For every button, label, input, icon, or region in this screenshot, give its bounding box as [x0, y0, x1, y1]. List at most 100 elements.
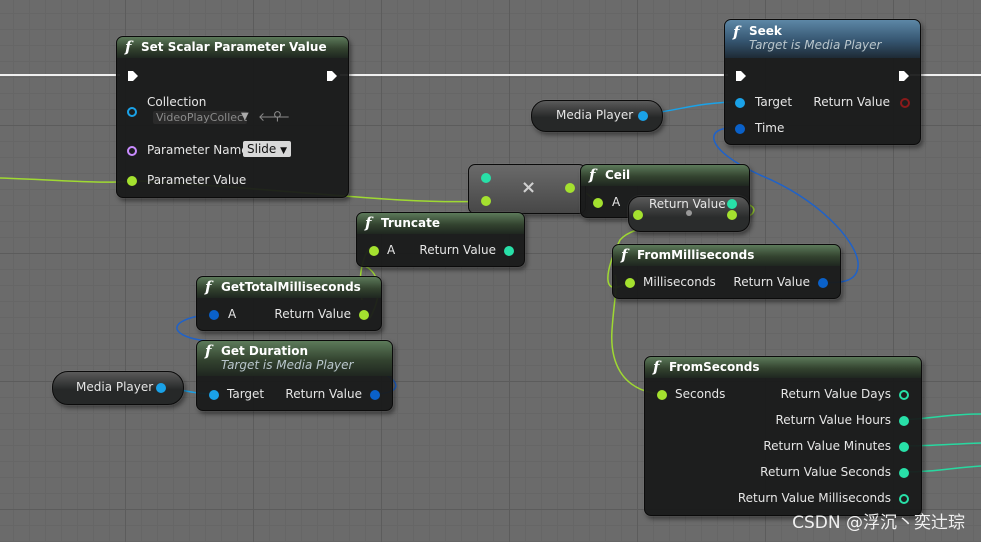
media-player-out-pin[interactable]	[638, 111, 648, 121]
ceil-title: Ceil	[605, 168, 631, 182]
function-icon: f	[653, 358, 660, 376]
from-seconds-input-pin[interactable]	[657, 390, 667, 400]
from-ms-title: FromMilliseconds	[637, 248, 755, 262]
function-icon: f	[205, 278, 212, 296]
reroute-in-pin[interactable]	[633, 210, 643, 220]
multiply-out-pin[interactable]	[565, 183, 575, 193]
ceil-return-label: Return Value	[649, 197, 726, 211]
from-seconds-input-label: Seconds	[675, 387, 726, 401]
function-icon: f	[365, 214, 372, 232]
seek-title: Seek	[749, 24, 782, 38]
function-icon: f	[589, 166, 596, 184]
output-days-label: Return Value Days	[780, 387, 891, 401]
truncate-a-pin[interactable]	[369, 246, 379, 256]
media-player-label: Media Player	[556, 108, 634, 122]
truncate-header: f Truncate	[357, 213, 524, 234]
get-total-ms-title: GetTotalMilliseconds	[221, 280, 361, 294]
parameter-value-label: Parameter Value	[147, 173, 247, 187]
multiply-node[interactable]: ×	[468, 164, 586, 214]
multiply-symbol: ×	[521, 177, 537, 198]
chevron-down-icon[interactable]: ▼	[241, 111, 249, 122]
set-scalar-header: f Set Scalar Parameter Value	[117, 37, 348, 58]
get-total-milliseconds-node[interactable]: f GetTotalMilliseconds A Return Value	[196, 276, 382, 331]
from-ms-header: f FromMilliseconds	[613, 245, 840, 266]
parameter-name-pin[interactable]	[127, 146, 137, 156]
output-minutes-pin[interactable]	[899, 442, 909, 452]
exec-out-pin-icon[interactable]	[326, 70, 338, 82]
get-duration-return-label: Return Value	[285, 387, 362, 401]
parameter-name-value: Slide	[247, 142, 277, 156]
output-milliseconds-label: Return Value Milliseconds	[737, 491, 891, 505]
multiply-a-pin[interactable]	[481, 173, 491, 183]
seek-node[interactable]: f Seek Target is Media Player Target Ret…	[724, 19, 921, 145]
from-ms-return-label: Return Value	[733, 275, 810, 289]
seek-return-pin[interactable]	[900, 98, 910, 108]
truncate-title: Truncate	[381, 216, 440, 230]
from-milliseconds-node[interactable]: f FromMilliseconds Milliseconds Return V…	[612, 244, 841, 299]
reroute-mid-dot	[686, 210, 692, 216]
search-icon[interactable]: ⚲	[273, 109, 282, 123]
get-duration-target-pin[interactable]	[209, 390, 219, 400]
reroute-out-pin[interactable]	[727, 210, 737, 220]
parameter-name-dropdown[interactable]: Slide ▼	[243, 141, 292, 157]
exec-in-pin-icon[interactable]	[735, 70, 747, 82]
collection-label: Collection	[147, 95, 207, 109]
parameter-value-pin[interactable]	[127, 176, 137, 186]
seek-time-pin[interactable]	[735, 124, 745, 134]
from-seconds-title: FromSeconds	[669, 360, 760, 374]
collection-pin[interactable]	[127, 107, 137, 117]
get-total-ms-return-pin[interactable]	[359, 310, 369, 320]
output-hours-pin[interactable]	[899, 416, 909, 426]
output-seconds-label: Return Value Seconds	[760, 465, 891, 479]
output-days-pin[interactable]	[899, 390, 909, 400]
function-icon: f	[621, 246, 628, 264]
output-seconds-pin[interactable]	[899, 468, 909, 478]
media-player-variable-top[interactable]: Media Player	[531, 100, 663, 132]
seek-target-pin[interactable]	[735, 98, 745, 108]
from-ms-input-pin[interactable]	[625, 278, 635, 288]
ceil-a-pin[interactable]	[593, 198, 603, 208]
output-hours-label: Return Value Hours	[775, 413, 891, 427]
ceil-a-label: A	[612, 195, 621, 209]
from-ms-input-label: Milliseconds	[643, 275, 716, 289]
media-player-out-pin[interactable]	[156, 383, 166, 393]
float-wire-parameter-value	[0, 177, 135, 183]
ceil-return-pin[interactable]	[727, 199, 737, 209]
media-player-label: Media Player	[76, 380, 154, 394]
function-icon: f	[205, 342, 212, 360]
multiply-b-pin[interactable]	[481, 196, 491, 206]
function-icon: f	[733, 23, 740, 41]
exec-in-pin-icon[interactable]	[127, 70, 139, 82]
set-scalar-parameter-node[interactable]: f Set Scalar Parameter Value Collection …	[116, 36, 349, 198]
get-duration-title: Get Duration	[221, 344, 309, 358]
get-total-ms-return-label: Return Value	[274, 307, 351, 321]
get-total-ms-a-pin[interactable]	[209, 310, 219, 320]
get-duration-subtitle: Target is Media Player	[221, 358, 354, 372]
get-duration-node[interactable]: f Get Duration Target is Media Player Ta…	[196, 340, 393, 411]
get-total-ms-header: f GetTotalMilliseconds	[197, 277, 381, 298]
from-ms-return-pin[interactable]	[818, 278, 828, 288]
from-seconds-header: f FromSeconds	[645, 357, 921, 378]
seek-target-label: Target	[755, 95, 793, 109]
truncate-return-pin[interactable]	[504, 246, 514, 256]
exec-out-pin-icon[interactable]	[898, 70, 910, 82]
watermark-text: CSDN @浮沉丶奕辻琮	[792, 513, 965, 533]
truncate-return-label: Return Value	[419, 243, 496, 257]
seek-header: f Seek Target is Media Player	[725, 20, 920, 58]
truncate-a-label: A	[387, 243, 396, 257]
seek-subtitle: Target is Media Player	[749, 38, 882, 52]
ceil-return-node[interactable]: Return Value	[628, 196, 750, 232]
get-duration-target-label: Target	[227, 387, 265, 401]
set-scalar-title: Set Scalar Parameter Value	[141, 40, 327, 54]
truncate-node[interactable]: f Truncate A Return Value	[356, 212, 525, 267]
from-seconds-node[interactable]: f FromSeconds Seconds Return Value Days …	[644, 356, 922, 516]
output-milliseconds-pin[interactable]	[899, 494, 909, 504]
output-minutes-label: Return Value Minutes	[763, 439, 891, 453]
collection-dropdown[interactable]: VideoPlayCollect	[153, 111, 247, 124]
parameter-name-label: Parameter Name	[147, 143, 249, 157]
seek-return-label: Return Value	[813, 95, 890, 109]
seek-time-label: Time	[755, 121, 785, 135]
get-duration-return-pin[interactable]	[370, 390, 380, 400]
chevron-down-icon: ▼	[280, 146, 288, 156]
media-player-variable-bottom[interactable]: Media Player	[52, 371, 184, 405]
